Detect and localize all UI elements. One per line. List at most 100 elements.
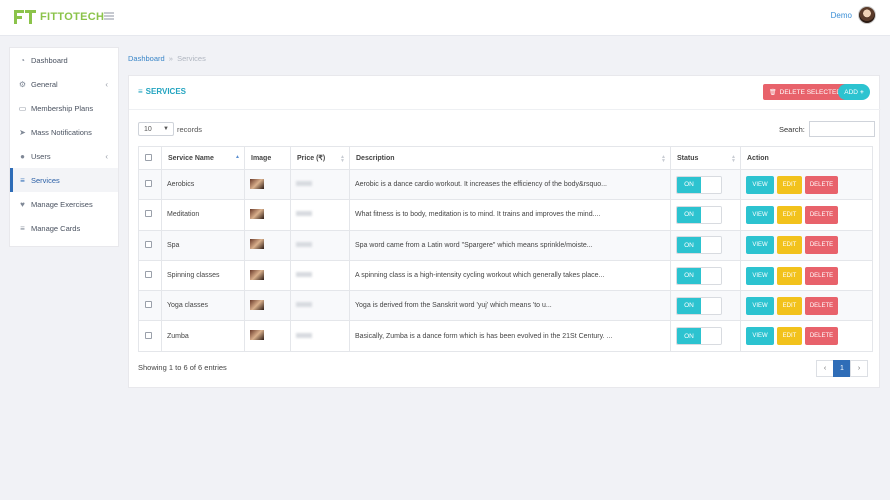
row-checkbox[interactable] (145, 210, 152, 218)
row-checkbox[interactable] (145, 301, 152, 309)
status-toggle[interactable]: ON (676, 175, 722, 194)
status-toggle[interactable]: ON (676, 266, 722, 285)
table-body: Aerobics Aerobic is a dance cardio workou… (138, 168, 873, 352)
view-button[interactable]: VIEW (746, 236, 774, 255)
edit-button[interactable]: EDIT (777, 266, 802, 285)
edit-button[interactable]: EDIT (777, 327, 802, 346)
delete-button[interactable]: DELETE (805, 236, 838, 255)
column-header-status[interactable]: Status ▲ ▼ (670, 146, 741, 170)
price-blurred (296, 272, 312, 278)
menu-toggle-icon[interactable] (104, 12, 114, 20)
search-input[interactable] (808, 121, 875, 137)
status-toggle[interactable]: ON (676, 236, 722, 255)
delete-button[interactable]: DELETE (805, 327, 838, 346)
pagination-prev-button[interactable]: ‹ (816, 360, 834, 377)
delete-selected-button[interactable]: 🗑 DELETE SELECTED (763, 84, 848, 100)
edit-button[interactable]: EDIT (777, 236, 802, 255)
row-checkbox[interactable] (145, 331, 152, 339)
status-toggle-on-label: ON (677, 237, 701, 254)
service-thumbnail (250, 330, 264, 341)
avatar[interactable] (858, 6, 876, 24)
caret-down-icon: ▼ (163, 126, 169, 132)
plus-icon: + (859, 88, 864, 96)
description-cell: What fitness is to body, meditation is t… (349, 199, 671, 231)
price-cell (290, 290, 350, 322)
cogs-icon: ⚙ (18, 79, 27, 89)
column-header-service-name[interactable]: Service Name ▲ (161, 146, 245, 170)
records-per-page-value: 10 (144, 125, 152, 133)
sidebar-item-dashboard[interactable]: ◔ Dashboard (10, 48, 118, 72)
table-row: Zumba Basically, Zumba is a dance form wh… (138, 320, 873, 352)
price-cell (290, 229, 350, 261)
column-header-description[interactable]: Description ▲ ▼ (349, 146, 671, 170)
pagination-next-button[interactable]: › (850, 360, 868, 377)
trash-icon: 🗑 (769, 89, 777, 96)
row-checkbox[interactable] (145, 240, 152, 248)
view-button[interactable]: VIEW (746, 327, 774, 346)
breadcrumb-current: Services (177, 54, 206, 63)
status-toggle[interactable]: ON (676, 205, 722, 224)
table-row: Meditation What fitness is to body, medit… (138, 199, 873, 231)
image-cell (244, 168, 291, 201)
brand-logo[interactable]: FITTOTECH (14, 9, 104, 25)
user-menu[interactable]: Demo (831, 6, 876, 24)
chevron-left-icon: ‹ (105, 79, 108, 89)
sidebar: ◔ Dashboard ⚙ General ‹ ▭ Membership Plans ➤ Mas… (9, 47, 119, 247)
view-button[interactable]: VIEW (746, 296, 774, 315)
image-cell (244, 229, 291, 261)
table-row: Spa Spa word came from a Latin word "Spar… (138, 229, 873, 261)
sidebar-item-manage-exercises[interactable]: ♥ Manage Exercises (10, 192, 118, 216)
row-select-cell (138, 320, 162, 352)
price-blurred (296, 181, 312, 187)
column-header-price[interactable]: Price (₹) ▲ ▼ (290, 146, 350, 170)
delete-button[interactable]: DELETE (805, 296, 838, 315)
sidebar-item-label: Manage Cards (31, 223, 81, 233)
sort-icon: ▲ ▼ (661, 154, 666, 164)
sidebar-item-services[interactable]: ≡ Services (10, 168, 118, 192)
top-bar: FITTOTECH Demo (0, 0, 890, 36)
sidebar-item-general[interactable]: ⚙ General ‹ (10, 72, 118, 96)
user-name[interactable]: Demo (831, 11, 852, 20)
service-thumbnail (250, 299, 264, 310)
description-cell: Aerobic is a dance cardio workout. It in… (349, 168, 671, 201)
edit-button[interactable]: EDIT (777, 296, 802, 315)
table-row: Yoga classes Yoga is derived from the San… (138, 290, 873, 322)
plan-card-icon: ▭ (18, 103, 27, 113)
sidebar-item-manage-cards[interactable]: ≡ Manage Cards (10, 216, 118, 240)
heartbeat-icon: ♥ (20, 199, 25, 209)
search-control: Search: (779, 121, 875, 137)
view-button[interactable]: VIEW (746, 266, 774, 285)
status-toggle-on-label: ON (677, 267, 701, 284)
select-all-checkbox[interactable] (145, 153, 152, 161)
row-checkbox[interactable] (145, 271, 152, 279)
records-label: records (177, 124, 203, 134)
sidebar-item-label: Mass Notifications (31, 127, 92, 137)
list-icon: ≡ (20, 223, 25, 233)
page-title-text: SERVICES (145, 87, 186, 96)
edit-button[interactable]: EDIT (777, 175, 802, 194)
sidebar-item-label: Users (31, 151, 51, 161)
sidebar-item-membership-plans[interactable]: ▭ Membership Plans (10, 96, 118, 120)
status-toggle[interactable]: ON (676, 327, 722, 346)
view-button[interactable]: VIEW (746, 205, 774, 224)
records-per-page-select[interactable]: 10 ▼ (138, 122, 174, 136)
services-table: Service Name ▲ Image Price (₹) ▲ ▼ Descript… (138, 146, 873, 352)
sidebar-item-users[interactable]: ● Users ‹ (10, 144, 118, 168)
delete-button[interactable]: DELETE (805, 266, 838, 285)
breadcrumb-separator: » (168, 54, 173, 63)
delete-button[interactable]: DELETE (805, 205, 838, 224)
delete-button[interactable]: DELETE (805, 175, 838, 194)
pagination-page-1[interactable]: 1 (833, 360, 851, 377)
service-thumbnail (250, 239, 264, 250)
delete-selected-label: DELETE SELECTED (779, 88, 842, 96)
action-cell: VIEW EDIT DELETE (740, 259, 873, 292)
sidebar-item-mass-notifications[interactable]: ➤ Mass Notifications (10, 120, 118, 144)
view-button[interactable]: VIEW (746, 175, 774, 194)
status-toggle[interactable]: ON (676, 296, 722, 315)
edit-button[interactable]: EDIT (777, 205, 802, 224)
list-icon: ≡ (138, 87, 143, 96)
sidebar-item-label: Services (31, 175, 60, 185)
add-service-button[interactable]: ADD + (838, 84, 870, 100)
row-checkbox[interactable] (145, 180, 152, 188)
breadcrumb-dashboard-link[interactable]: Dashboard (128, 54, 165, 63)
